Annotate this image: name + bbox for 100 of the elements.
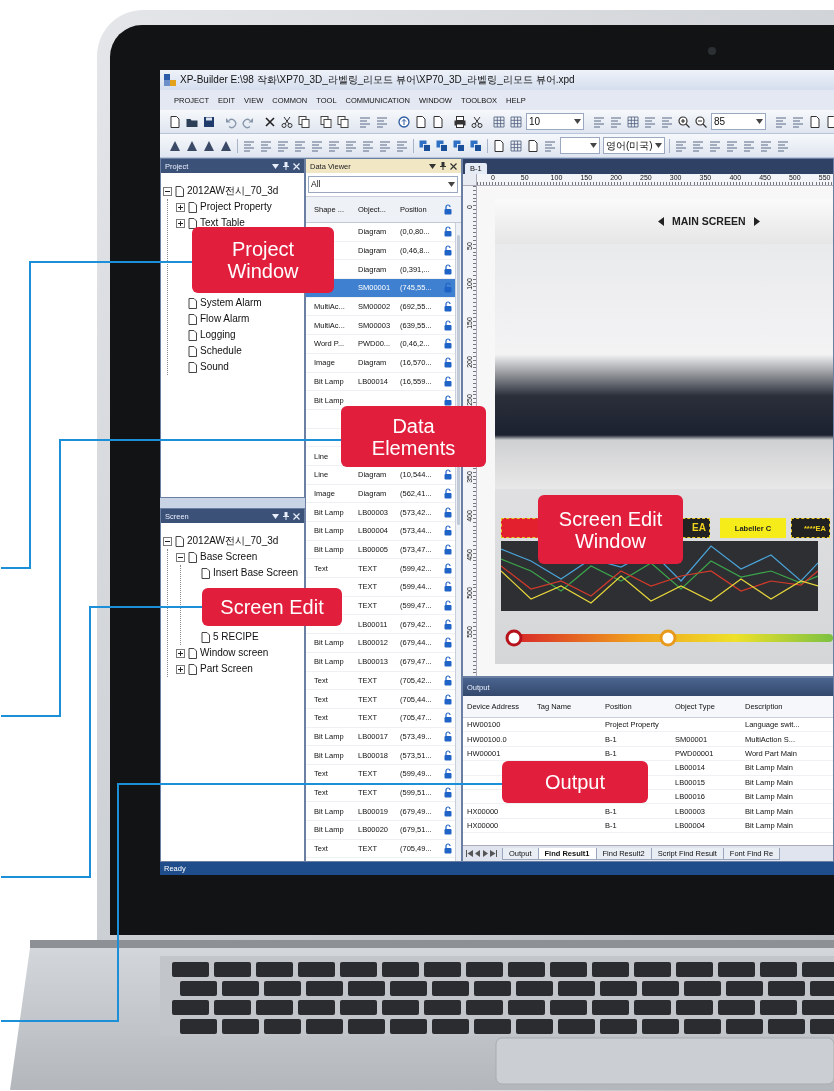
expander-icon[interactable] — [176, 648, 185, 658]
layers-icon[interactable] — [435, 138, 449, 153]
expander-icon[interactable] — [176, 552, 185, 562]
padlock-icon[interactable] — [444, 263, 452, 275]
tree-item[interactable]: 2012AW전시_70_3d — [187, 535, 279, 547]
grid-icon[interactable] — [509, 114, 523, 129]
padlock-icon[interactable] — [444, 357, 452, 369]
copy-icon[interactable] — [319, 114, 333, 129]
dropdown-icon[interactable] — [272, 513, 279, 519]
padlock-icon[interactable] — [444, 245, 452, 257]
expander-icon[interactable] — [176, 218, 185, 228]
page-icon — [174, 535, 185, 547]
expander-icon[interactable] — [176, 202, 185, 212]
tree-item[interactable]: Logging — [200, 329, 236, 341]
expander-icon[interactable] — [163, 536, 172, 546]
tree-item[interactable]: System Alarm — [200, 297, 262, 309]
tree-item[interactable]: Part Screen — [200, 663, 253, 675]
dropdown-field[interactable]: 영어(미국) — [603, 137, 665, 154]
document-icon[interactable] — [431, 114, 445, 129]
padlock-icon[interactable] — [444, 843, 452, 855]
callout-tooltip: Screen Edit Window — [538, 495, 683, 564]
scissors-icon[interactable] — [470, 114, 484, 129]
left-arrow-icon[interactable] — [658, 217, 664, 226]
dropdown-icon[interactable] — [429, 163, 436, 169]
tree-item[interactable]: Window screen — [200, 647, 269, 659]
expander-icon[interactable] — [176, 664, 185, 674]
layers-icon[interactable] — [469, 138, 483, 153]
padlock-icon[interactable] — [444, 319, 452, 331]
grid-icon[interactable] — [509, 138, 523, 153]
padlock-icon[interactable] — [444, 618, 452, 630]
save-icon[interactable] — [202, 114, 216, 129]
dropdown-icon[interactable] — [272, 163, 279, 169]
padlock-icon[interactable] — [444, 712, 452, 724]
zoom-in-icon[interactable] — [677, 114, 691, 129]
padlock-icon[interactable] — [444, 562, 452, 574]
page-icon — [187, 345, 198, 357]
copy-icon[interactable] — [297, 114, 311, 129]
tree-item[interactable]: 2012AW전시_70_3d — [187, 185, 279, 197]
pin-icon[interactable] — [440, 162, 446, 170]
tree-item[interactable]: Sound — [200, 361, 229, 373]
scissors-icon[interactable] — [280, 114, 294, 129]
padlock-icon[interactable] — [444, 301, 452, 313]
dropdown-field[interactable]: All — [308, 176, 458, 193]
padlock-icon[interactable] — [444, 637, 452, 649]
tree-item[interactable]: Base Screen — [200, 551, 258, 563]
padlock-icon[interactable] — [444, 394, 452, 406]
next-page-icon[interactable] — [482, 850, 489, 857]
padlock-icon[interactable] — [444, 600, 452, 612]
expander-icon[interactable] — [163, 186, 172, 196]
page-icon — [187, 361, 198, 373]
padlock-icon[interactable] — [444, 824, 452, 836]
pin-icon[interactable] — [283, 162, 289, 170]
dropdown-field[interactable]: 10 — [526, 113, 584, 130]
padlock-icon[interactable] — [444, 768, 452, 780]
dropdown-field[interactable]: 85 — [711, 113, 766, 130]
pin-icon[interactable] — [283, 512, 289, 520]
first-page-icon[interactable] — [466, 850, 473, 857]
padlock-icon[interactable] — [444, 749, 452, 761]
delete-icon[interactable] — [263, 114, 277, 129]
document-icon[interactable] — [492, 138, 506, 153]
grid-icon[interactable] — [626, 114, 640, 129]
grid-icon[interactable] — [492, 114, 506, 129]
padlock-icon[interactable] — [444, 469, 452, 481]
padlock-icon[interactable] — [444, 226, 452, 238]
document-icon[interactable] — [808, 114, 822, 129]
padlock-icon[interactable] — [444, 674, 452, 686]
zoom-out-icon[interactable] — [694, 114, 708, 129]
padlock-icon[interactable] — [444, 805, 452, 817]
layers-icon[interactable] — [452, 138, 466, 153]
document-icon[interactable] — [526, 138, 540, 153]
padlock-icon[interactable] — [444, 730, 452, 742]
page-icon — [187, 201, 198, 213]
padlock-icon[interactable] — [444, 338, 452, 350]
tree-item[interactable]: Project Property — [200, 201, 272, 213]
padlock-icon[interactable] — [444, 525, 452, 537]
padlock-icon[interactable] — [444, 544, 452, 556]
dropdown-field[interactable] — [560, 137, 600, 154]
padlock-icon[interactable] — [444, 656, 452, 668]
tree-item[interactable]: Insert Base Screen — [213, 567, 299, 579]
printer-icon[interactable] — [453, 114, 467, 129]
right-arrow-icon[interactable] — [753, 217, 760, 226]
tree-item[interactable]: Schedule — [200, 345, 242, 357]
copy-icon[interactable] — [336, 114, 350, 129]
tree-item[interactable]: Flow Alarm — [200, 313, 250, 325]
padlock-icon[interactable] — [444, 786, 452, 798]
caret-icon — [756, 119, 763, 124]
padlock-icon[interactable] — [444, 581, 452, 593]
padlock-icon[interactable] — [444, 487, 452, 499]
padlock-icon[interactable] — [444, 506, 452, 518]
document-icon[interactable] — [414, 114, 428, 129]
padlock-icon[interactable] — [444, 375, 452, 387]
previous-page-icon[interactable] — [474, 850, 481, 857]
tree-item[interactable]: Text Table — [200, 217, 245, 229]
padlock-icon[interactable] — [444, 693, 452, 705]
tree-item[interactable]: 5 RECIPE — [213, 631, 259, 643]
document-icon[interactable] — [168, 114, 182, 129]
layers-icon[interactable] — [418, 138, 432, 153]
padlock-icon[interactable] — [444, 204, 452, 215]
last-page-icon[interactable] — [490, 850, 497, 857]
close-icon[interactable] — [450, 162, 457, 170]
